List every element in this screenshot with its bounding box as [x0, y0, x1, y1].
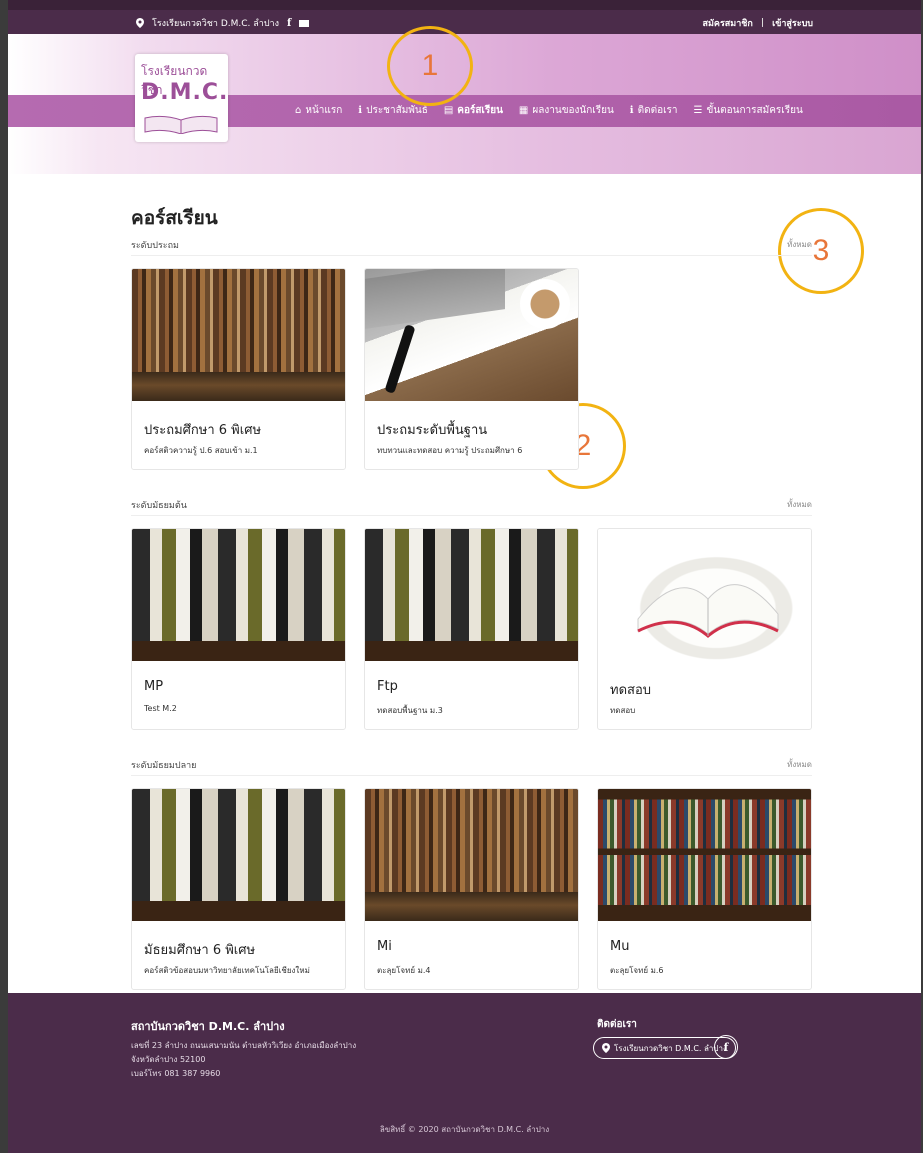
footer-address: เลขที่ 23 ลำปาง ถนนเสนามนัน ตำบลหัววิเวี…	[131, 1039, 356, 1081]
course-card[interactable]: MP Test M.2	[131, 528, 346, 730]
nav-item-student-works[interactable]: ▦ ผลงานของนักเรียน	[519, 103, 614, 118]
nav-item-courses[interactable]: ▤ คอร์สเรียน	[444, 103, 503, 118]
course-title: Mi	[377, 939, 392, 954]
top-bar-separator: |	[760, 18, 765, 28]
course-title: ประถมศึกษา 6 พิเศษ	[144, 423, 262, 438]
section-title: ระดับประถม	[131, 241, 179, 251]
nav-item-contact[interactable]: ℹ ติดต่อเรา	[630, 103, 678, 118]
nav-item-home[interactable]: ⌂ หน้าแรก	[295, 103, 342, 118]
list-icon: ☰	[693, 105, 703, 116]
course-image	[132, 789, 345, 921]
site-logo[interactable]: โรงเรียนกวดวิชา D.M.C.	[135, 54, 228, 142]
facebook-icon[interactable]: f	[714, 1035, 738, 1059]
course-subtitle: ตะลุยโจทย์ ม.6	[610, 966, 664, 975]
section-title: ระดับมัธยมปลาย	[131, 761, 197, 771]
nav-item-label: คอร์สเรียน	[457, 105, 503, 116]
course-title: ประถมระดับพื้นฐาน	[377, 423, 488, 438]
course-subtitle: ตะลุยโจทย์ ม.4	[377, 966, 431, 975]
nav-item-label: ขั้นตอนการสมัครเรียน	[706, 105, 803, 116]
open-book-graphic	[637, 584, 779, 638]
top-bar: โรงเรียนกวดวิชา D.M.C. ลำปาง f สมัครสมาช…	[8, 0, 921, 34]
page-title: คอร์สเรียน	[131, 207, 218, 229]
course-title: มัธยมศึกษา 6 พิเศษ	[144, 943, 256, 958]
course-subtitle: Test M.2	[144, 704, 177, 713]
section-heading-lower-secondary: ระดับมัธยมต้น ทั้งหมด	[131, 498, 812, 516]
nav-item-registration-steps[interactable]: ☰ ขั้นตอนการสมัครเรียน	[694, 103, 803, 118]
nav-item-label: ติดต่อเรา	[637, 105, 678, 116]
site-footer: สถาบันกวดวิชา D.M.C. ลำปาง เลขที่ 23 ลำป…	[8, 993, 921, 1153]
newspaper-icon: ▦	[518, 105, 529, 116]
course-title: ทดสอบ	[610, 683, 652, 698]
nav-item-label: ประชาสัมพันธ์	[366, 105, 428, 116]
address-line: เลขที่ 23 ลำปาง ถนนเสนามนัน ตำบลหัววิเวี…	[131, 1041, 357, 1050]
info-icon: ℹ	[358, 105, 363, 116]
course-card[interactable]: ทดสอบ ทดสอบ	[597, 528, 812, 730]
course-title: Ftp	[377, 679, 398, 694]
course-card[interactable]: มัธยมศึกษา 6 พิเศษ คอร์สติวข้อสอบมหาวิทย…	[131, 788, 346, 990]
annotation-circle-1: 1	[387, 26, 473, 106]
course-subtitle: ทบทวนและทดสอบ ความรู้ ประถมศึกษา 6	[377, 446, 523, 455]
course-image	[132, 529, 345, 661]
footer-contact-heading: ติดต่อเรา	[597, 1019, 637, 1030]
annotation-number: 1	[421, 49, 439, 82]
nav-item-label: หน้าแรก	[305, 105, 343, 116]
top-bar-left: โรงเรียนกวดวิชา D.M.C. ลำปาง f	[136, 16, 310, 30]
course-card[interactable]: Ftp ทดสอบพื้นฐาน ม.3	[364, 528, 579, 730]
main-nav: ⌂ หน้าแรก ℹ ประชาสัมพันธ์ ▤ คอร์สเรียน ▦…	[295, 103, 803, 118]
course-image	[598, 789, 811, 921]
see-all-link[interactable]: ทั้งหมด	[787, 238, 812, 251]
see-all-link[interactable]: ทั้งหมด	[787, 498, 812, 511]
open-book-icon	[144, 115, 218, 134]
course-subtitle: คอร์สติวความรู้ ป.6 สอบเข้า ม.1	[144, 446, 258, 455]
nav-item-news[interactable]: ℹ ประชาสัมพันธ์	[358, 103, 428, 118]
footer-school-name: สถาบันกวดวิชา D.M.C. ลำปาง	[131, 1020, 285, 1033]
section-heading-primary: ระดับประถม ทั้งหมด	[131, 238, 812, 256]
mail-icon[interactable]	[299, 19, 310, 27]
course-subtitle: ทดสอบ	[610, 706, 636, 715]
section-heading-upper-secondary: ระดับมัธยมปลาย ทั้งหมด	[131, 758, 812, 776]
course-card[interactable]: Mu ตะลุยโจทย์ ม.6	[597, 788, 812, 990]
course-image	[365, 789, 578, 921]
coffee-cup-graphic	[520, 279, 570, 329]
location-pin-icon	[136, 18, 144, 28]
footer-location-label: โรงเรียนกวดวิชา D.M.C. ลำปาง	[614, 1043, 727, 1053]
register-link[interactable]: สมัครสมาชิก	[703, 16, 753, 30]
facebook-icon[interactable]: f	[287, 18, 291, 29]
location-pin-icon	[602, 1043, 610, 1053]
frame-left-border	[0, 0, 8, 1153]
course-image	[132, 269, 345, 401]
see-all-link[interactable]: ทั้งหมด	[787, 758, 812, 771]
section-title: ระดับมัธยมต้น	[131, 501, 187, 511]
course-image	[598, 529, 811, 661]
course-card[interactable]: Mi ตะลุยโจทย์ ม.4	[364, 788, 579, 990]
info-icon: ℹ	[629, 105, 634, 116]
course-title: MP	[144, 679, 164, 694]
top-bar-right: สมัครสมาชิก | เข้าสู่ระบบ	[703, 16, 814, 30]
course-subtitle: ทดสอบพื้นฐาน ม.3	[377, 706, 443, 715]
home-icon: ⌂	[295, 105, 302, 116]
course-card[interactable]: ประถมศึกษา 6 พิเศษ คอร์สติวความรู้ ป.6 ส…	[131, 268, 346, 470]
course-title: Mu	[610, 939, 630, 954]
course-image	[365, 529, 578, 661]
course-card[interactable]: ประถมระดับพื้นฐาน ทบทวนและทดสอบ ความรู้ …	[364, 268, 579, 470]
course-image	[365, 269, 578, 401]
annotation-number: 3	[812, 234, 830, 267]
laptop-graphic	[365, 269, 505, 329]
login-link[interactable]: เข้าสู่ระบบ	[772, 16, 813, 30]
book-icon: ▤	[443, 105, 454, 116]
pen-graphic	[384, 324, 416, 394]
course-subtitle: คอร์สติวข้อสอบมหาวิทยาลัยเทคโนโลยีเชียงใ…	[144, 966, 310, 975]
address-line: จังหวัดลำปาง 52100	[131, 1055, 206, 1064]
address-line: เบอร์โทร 081 387 9960	[131, 1069, 221, 1078]
nav-item-label: ผลงานของนักเรียน	[532, 105, 614, 116]
top-bar-school-link[interactable]: โรงเรียนกวดวิชา D.M.C. ลำปาง	[152, 16, 279, 30]
logo-text-line2: D.M.C.	[141, 80, 229, 105]
footer-copyright: ลิขสิทธิ์ © 2020 สถาบันกวดวิชา D.M.C. ลำ…	[379, 1125, 550, 1134]
